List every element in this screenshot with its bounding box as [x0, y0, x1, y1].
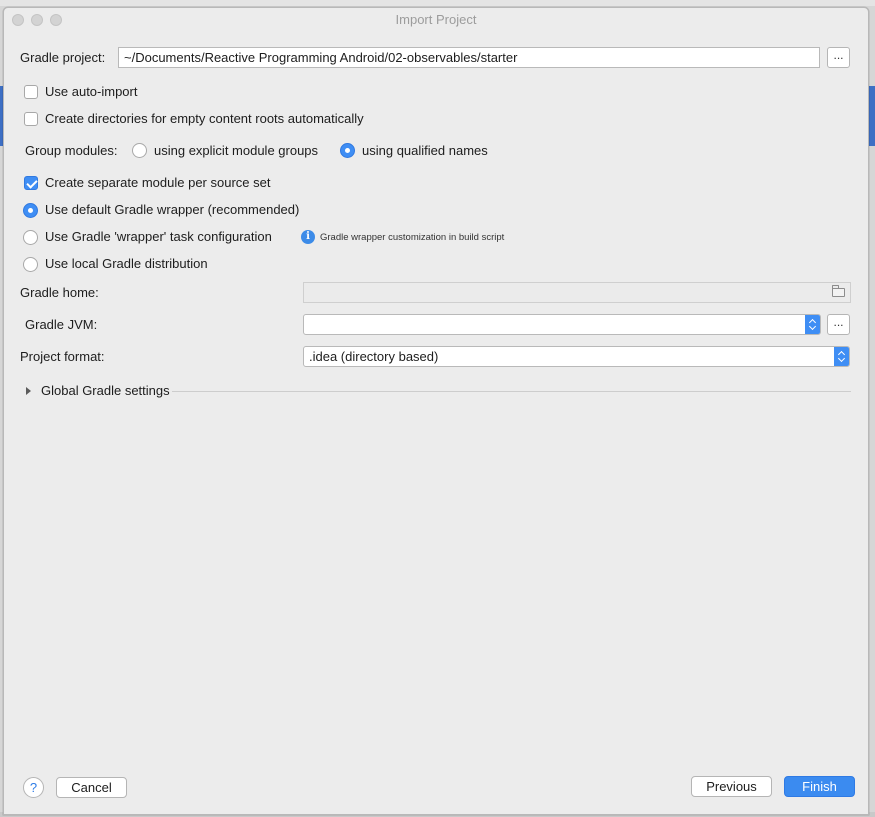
qualified-names-label: using qualified names [362, 143, 488, 158]
folder-icon[interactable] [832, 285, 845, 297]
previous-button[interactable]: Previous [691, 776, 772, 797]
qualified-names-radio[interactable] [340, 143, 355, 158]
explicit-module-groups-radio[interactable] [132, 143, 147, 158]
gradle-jvm-label: Gradle JVM: [25, 317, 98, 332]
wrapper-task-label: Use Gradle 'wrapper' task configuration [45, 229, 272, 244]
separate-module-label: Create separate module per source set [45, 175, 271, 190]
wrapper-hint: Gradle wrapper customization in build sc… [320, 232, 505, 243]
cancel-button[interactable]: Cancel [56, 777, 127, 798]
import-project-dialog: Import Project Gradle project: ~/Documen… [3, 7, 869, 815]
create-directories-checkbox[interactable] [24, 112, 38, 126]
gradle-project-label: Gradle project: [20, 50, 106, 65]
global-gradle-settings-label[interactable]: Global Gradle settings [41, 383, 170, 398]
group-modules-label: Group modules: [25, 143, 118, 158]
window-title: Import Project [395, 12, 477, 27]
minimize-window-button[interactable] [31, 14, 43, 26]
gradle-home-field [303, 282, 851, 303]
explicit-module-groups-label: using explicit module groups [154, 143, 319, 158]
gradle-jvm-browse-button[interactable]: ... [827, 314, 850, 335]
titlebar: Import Project [4, 8, 868, 32]
local-distribution-label: Use local Gradle distribution [45, 256, 208, 271]
auto-import-label: Use auto-import [45, 84, 138, 99]
default-wrapper-label: Use default Gradle wrapper (recommended) [45, 202, 300, 217]
background-menubar [0, 0, 875, 6]
auto-import-checkbox[interactable] [24, 85, 38, 99]
background-window-accent-right [868, 86, 875, 146]
help-icon[interactable]: ? [23, 777, 44, 798]
finish-button[interactable]: Finish [784, 776, 855, 797]
select-arrows-icon [834, 347, 849, 366]
section-separator [172, 391, 851, 392]
default-wrapper-radio[interactable] [23, 203, 38, 218]
disclosure-triangle-icon[interactable] [26, 387, 31, 395]
close-window-button[interactable] [12, 14, 24, 26]
local-distribution-radio[interactable] [23, 257, 38, 272]
gradle-jvm-select[interactable] [303, 314, 821, 335]
gradle-project-field[interactable]: ~/Documents/Reactive Programming Android… [118, 47, 820, 68]
separate-module-checkbox[interactable] [24, 176, 38, 190]
wrapper-task-radio[interactable] [23, 230, 38, 245]
project-format-value: .idea (directory based) [309, 349, 439, 364]
create-directories-label: Create directories for empty content roo… [45, 111, 364, 126]
gradle-project-browse-button[interactable]: ... [827, 47, 850, 68]
project-format-select[interactable]: .idea (directory based) [303, 346, 850, 367]
select-arrows-icon [805, 315, 820, 334]
zoom-window-button[interactable] [50, 14, 62, 26]
gradle-home-label: Gradle home: [20, 285, 99, 300]
project-format-label: Project format: [20, 349, 105, 364]
info-icon: i [301, 230, 315, 244]
